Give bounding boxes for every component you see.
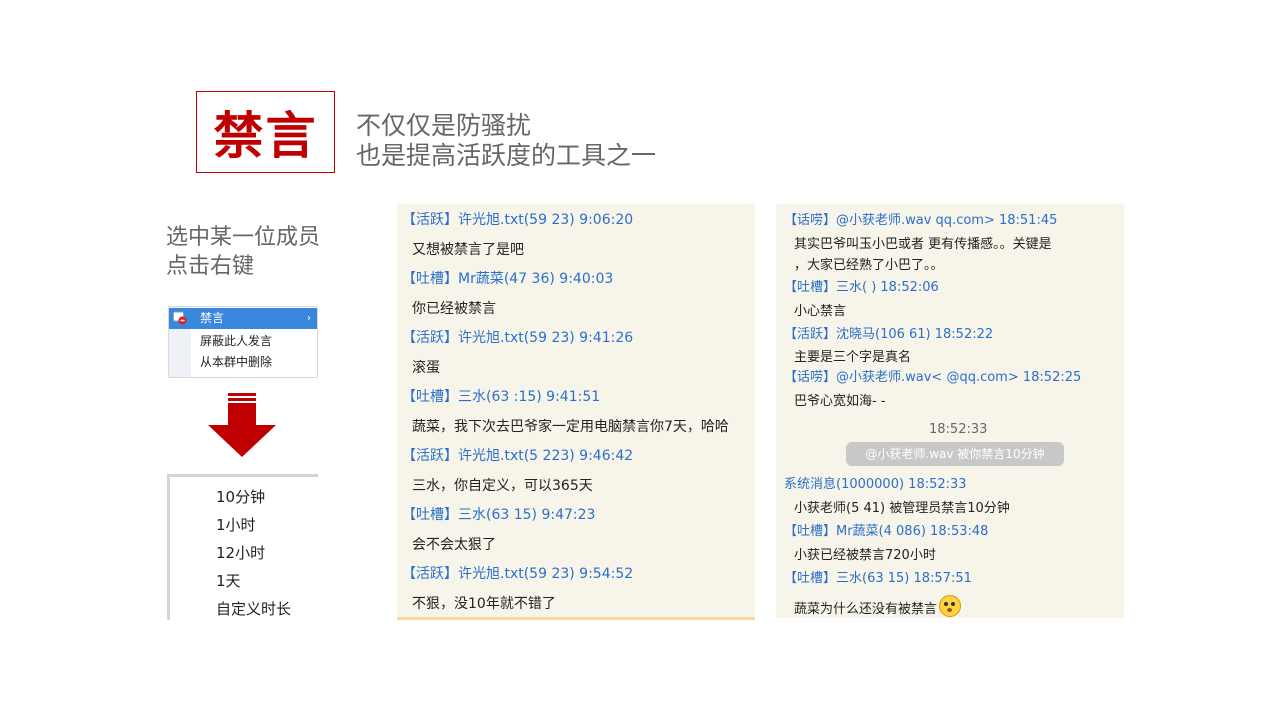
chat-header: 【活跃】许光旭.txt(5 223) 9:46:42 [402, 448, 634, 464]
submenu-arrow-icon: › [307, 313, 311, 324]
chat-message: 滚蛋 [412, 360, 440, 376]
chat-message: 你已经被禁言 [412, 301, 496, 317]
down-arrow-icon [208, 393, 276, 457]
menu-item-remove-label: 从本群中删除 [200, 355, 273, 369]
chat-header: 【吐槽】三水(63 :15) 9:41:51 [402, 389, 601, 405]
duration-12hours[interactable]: 12小时 [216, 542, 265, 563]
menu-item-block-label: 屏蔽此人发言 [200, 334, 273, 348]
chat-header: 【吐槽】Mr蔬菜(47 36) 9:40:03 [402, 271, 614, 287]
chat-header: 【话唠】@小获老师.wav qq.com> 18:51:45 [784, 213, 1058, 228]
menu-item-block[interactable]: 屏蔽此人发言 [169, 331, 317, 352]
chat-header: 【话唠】@小获老师.wav< @qq.com> 18:52:25 [784, 370, 1082, 385]
chat-message: 小获已经被禁言720小时 [794, 548, 936, 563]
chat-message: 小心禁言 [794, 304, 847, 319]
duration-10min[interactable]: 10分钟 [216, 486, 265, 507]
chat-panel-right: 【话唠】@小获老师.wav qq.com> 18:51:45 其实巴爷叫玉小巴或… [776, 204, 1124, 618]
chat-header: 【活跃】许光旭.txt(59 23) 9:54:52 [402, 566, 634, 582]
chat-message: 其实巴爷叫玉小巴或者 更有传播感。。关键是 [794, 237, 1052, 252]
instruction-line-1: 选中某一位成员 [166, 225, 321, 250]
instruction: 选中某一位成员 点击右键 [166, 223, 320, 281]
chat-message: 蔬菜，我下次去巴爷家一定用电脑禁言你7天，哈哈 [412, 419, 729, 435]
chat-message: 会不会太狠了 [412, 537, 496, 553]
ban-icon [173, 311, 187, 325]
menu-item-remove[interactable]: 从本群中删除 [169, 352, 317, 373]
context-menu: 禁言 › 屏蔽此人发言 从本群中删除 [168, 306, 318, 378]
chat-header: 【吐槽】三水(63 15) 9:47:23 [402, 507, 596, 523]
menu-item-mute[interactable]: 禁言 › [169, 308, 317, 329]
duration-menu: 10分钟 1小时 12小时 1天 自定义时长 [167, 474, 318, 620]
chat-panel-left: 【活跃】许光旭.txt(59 23) 9:06:20 又想被禁言了是吧 【吐槽】… [397, 204, 755, 620]
chat-header: 【吐槽】三水(63 15) 18:57:51 [784, 571, 972, 586]
duration-custom[interactable]: 自定义时长 [216, 598, 291, 619]
chat-timestamp: 18:52:33 [929, 422, 988, 437]
chat-header: 【吐槽】Mr蔬菜(4 086) 18:53:48 [784, 524, 989, 539]
duration-1hour[interactable]: 1小时 [216, 514, 256, 535]
chat-message: 主要是三个字是真名 [794, 350, 912, 365]
chat-message: 不狠，没10年就不错了 [412, 596, 556, 612]
chat-message-text: 蔬菜为什么还没有被禁言 [794, 602, 938, 617]
subtitle: 不仅仅是防骚扰 也是提高活跃度的工具之一 [356, 111, 656, 171]
subtitle-line-1: 不仅仅是防骚扰 [356, 111, 532, 140]
chat-header: 系统消息(1000000) 18:52:33 [784, 477, 967, 492]
chat-message: 又想被禁言了是吧 [412, 242, 524, 258]
chat-message: 巴爷心宽如海- - [794, 394, 886, 409]
chat-message: 三水，你自定义，可以365天 [412, 478, 593, 494]
chat-message-with-emoji: 蔬菜为什么还没有被禁言 [794, 594, 962, 621]
chat-header: 【活跃】许光旭.txt(59 23) 9:06:20 [402, 212, 634, 228]
chat-message: 小获老师(5 41) 被管理员禁言10分钟 [794, 501, 1010, 516]
chat-header: 【活跃】许光旭.txt(59 23) 9:41:26 [402, 330, 634, 346]
instruction-line-2: 点击右键 [166, 254, 255, 279]
mute-notice-pill: @小获老师.wav 被你禁言10分钟 [846, 442, 1064, 466]
title-box: 禁言 [196, 91, 335, 173]
menu-item-mute-label: 禁言 [200, 311, 225, 325]
subtitle-line-2: 也是提高活跃度的工具之一 [356, 141, 657, 170]
blush-emoji-icon [939, 594, 962, 617]
chat-message: ，大家已经熟了小巴了。。 [794, 258, 944, 273]
chat-header: 【活跃】沈晓马(106 61) 18:52:22 [784, 327, 994, 342]
chat-header: 【吐槽】三水( ) 18:52:06 [784, 280, 939, 295]
page-title: 禁言 [213, 107, 318, 165]
duration-1day[interactable]: 1天 [216, 570, 241, 591]
